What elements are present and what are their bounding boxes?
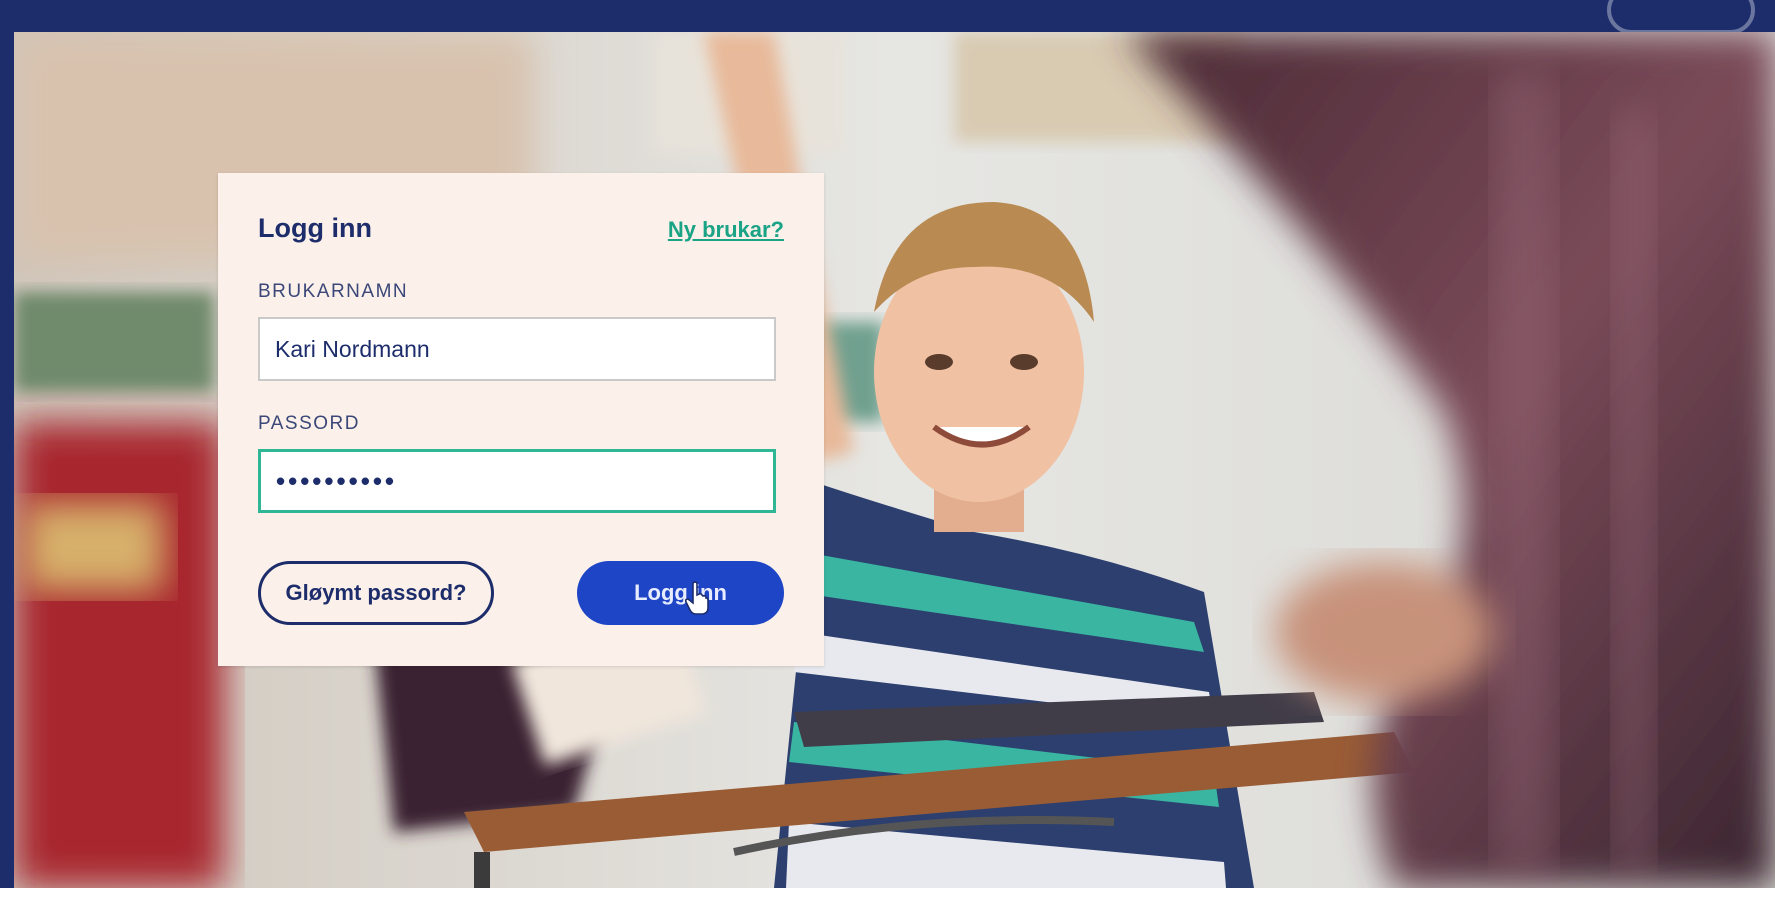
login-card: Logg inn Ny brukar? BRUKARNAMN Kari Nord… bbox=[218, 173, 824, 666]
username-label: BRUKARNAMN bbox=[258, 281, 409, 302]
bottom-strip bbox=[0, 888, 1775, 897]
login-button[interactable]: Logg inn bbox=[577, 561, 784, 625]
password-label: PASSORD bbox=[258, 413, 361, 434]
hand-pointer-icon bbox=[685, 581, 709, 615]
username-field[interactable]: Kari Nordmann bbox=[258, 317, 776, 381]
top-bar bbox=[0, 0, 1775, 34]
login-title: Logg inn bbox=[258, 213, 372, 243]
username-value: Kari Nordmann bbox=[275, 335, 430, 362]
password-field[interactable]: •••••••••• bbox=[258, 449, 776, 513]
password-value: •••••••••• bbox=[276, 465, 398, 496]
new-user-link[interactable]: Ny brukar? bbox=[668, 217, 784, 243]
top-bar-decoration bbox=[1607, 0, 1755, 34]
forgot-password-button[interactable]: Gløymt passord? bbox=[258, 561, 494, 625]
left-edge bbox=[0, 32, 14, 897]
login-card-header: Logg inn Ny brukar? bbox=[258, 207, 784, 251]
